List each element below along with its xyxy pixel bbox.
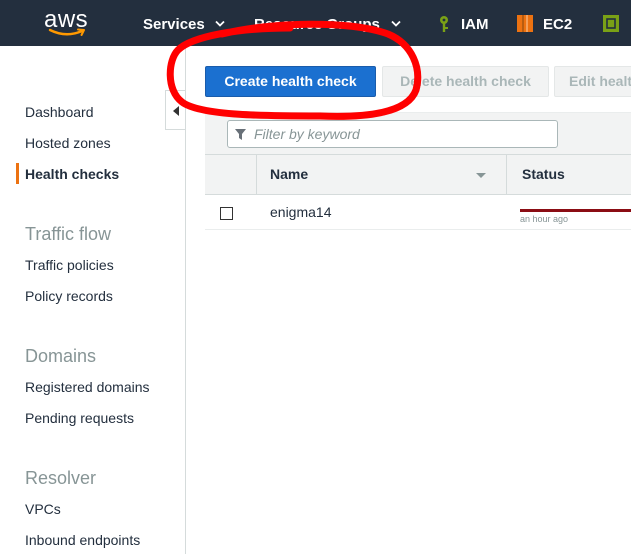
table-row[interactable] <box>205 195 631 230</box>
status-graph <box>520 209 631 212</box>
chevron-down-icon <box>391 20 401 27</box>
filter-icon <box>235 129 246 140</box>
column-divider <box>256 154 257 195</box>
sidebar-heading-domains: Domains <box>25 346 97 366</box>
iam-key-icon <box>440 16 448 32</box>
top-navigation-bar: aws Services Resource Groups IAM EC2 <box>0 0 631 46</box>
sidebar-item-registered-domains[interactable]: Registered domains <box>25 379 150 395</box>
sidebar-item-policy-records[interactable]: Policy records <box>25 288 113 304</box>
sidebar-collapse-button[interactable] <box>165 90 185 130</box>
sidebar-item-health-checks[interactable]: Health checks <box>25 166 119 182</box>
service-cube-icon[interactable] <box>602 14 620 33</box>
delete-health-check-button[interactable]: Delete health check <box>382 66 549 97</box>
filter-input[interactable]: Filter by keyword <box>227 120 558 148</box>
ec2-chip-icon <box>517 15 533 32</box>
active-indicator <box>16 163 19 184</box>
services-menu[interactable]: Services <box>143 0 205 46</box>
create-health-check-button[interactable]: Create health check <box>205 66 376 97</box>
aws-smile-icon <box>48 28 85 36</box>
chevron-down-icon <box>215 20 225 27</box>
status-time: an hour ago <box>520 214 569 224</box>
sidebar-item-pending-requests[interactable]: Pending requests <box>25 410 134 426</box>
row-checkbox[interactable] <box>220 207 233 220</box>
filter-placeholder: Filter by keyword <box>254 126 360 142</box>
caret-left-icon <box>173 106 179 116</box>
health-check-name[interactable]: enigma14 <box>270 204 332 220</box>
sidebar-heading-resolver: Resolver <box>25 468 97 488</box>
resource-groups-menu[interactable]: Resource Groups <box>254 0 380 46</box>
iam-shortcut[interactable]: IAM <box>461 0 489 46</box>
column-divider <box>506 154 507 195</box>
sidebar-heading-traffic-flow: Traffic flow <box>25 224 112 244</box>
column-header-name[interactable]: Name <box>270 166 308 182</box>
aws-logo[interactable]: aws <box>44 8 88 38</box>
column-header-status[interactable]: Status <box>522 166 565 182</box>
edit-health-check-button[interactable]: Edit healt <box>554 66 631 97</box>
table-header <box>205 154 631 195</box>
sort-down-icon[interactable] <box>476 173 486 178</box>
sidebar-item-vpcs[interactable]: VPCs <box>25 501 61 517</box>
sidebar-item-traffic-policies[interactable]: Traffic policies <box>25 257 114 273</box>
sidebar-item-dashboard[interactable]: Dashboard <box>25 104 94 120</box>
sidebar-item-inbound-endpoints[interactable]: Inbound endpoints <box>25 532 140 548</box>
ec2-shortcut[interactable]: EC2 <box>543 0 572 46</box>
sidebar-item-hosted-zones[interactable]: Hosted zones <box>25 135 111 151</box>
